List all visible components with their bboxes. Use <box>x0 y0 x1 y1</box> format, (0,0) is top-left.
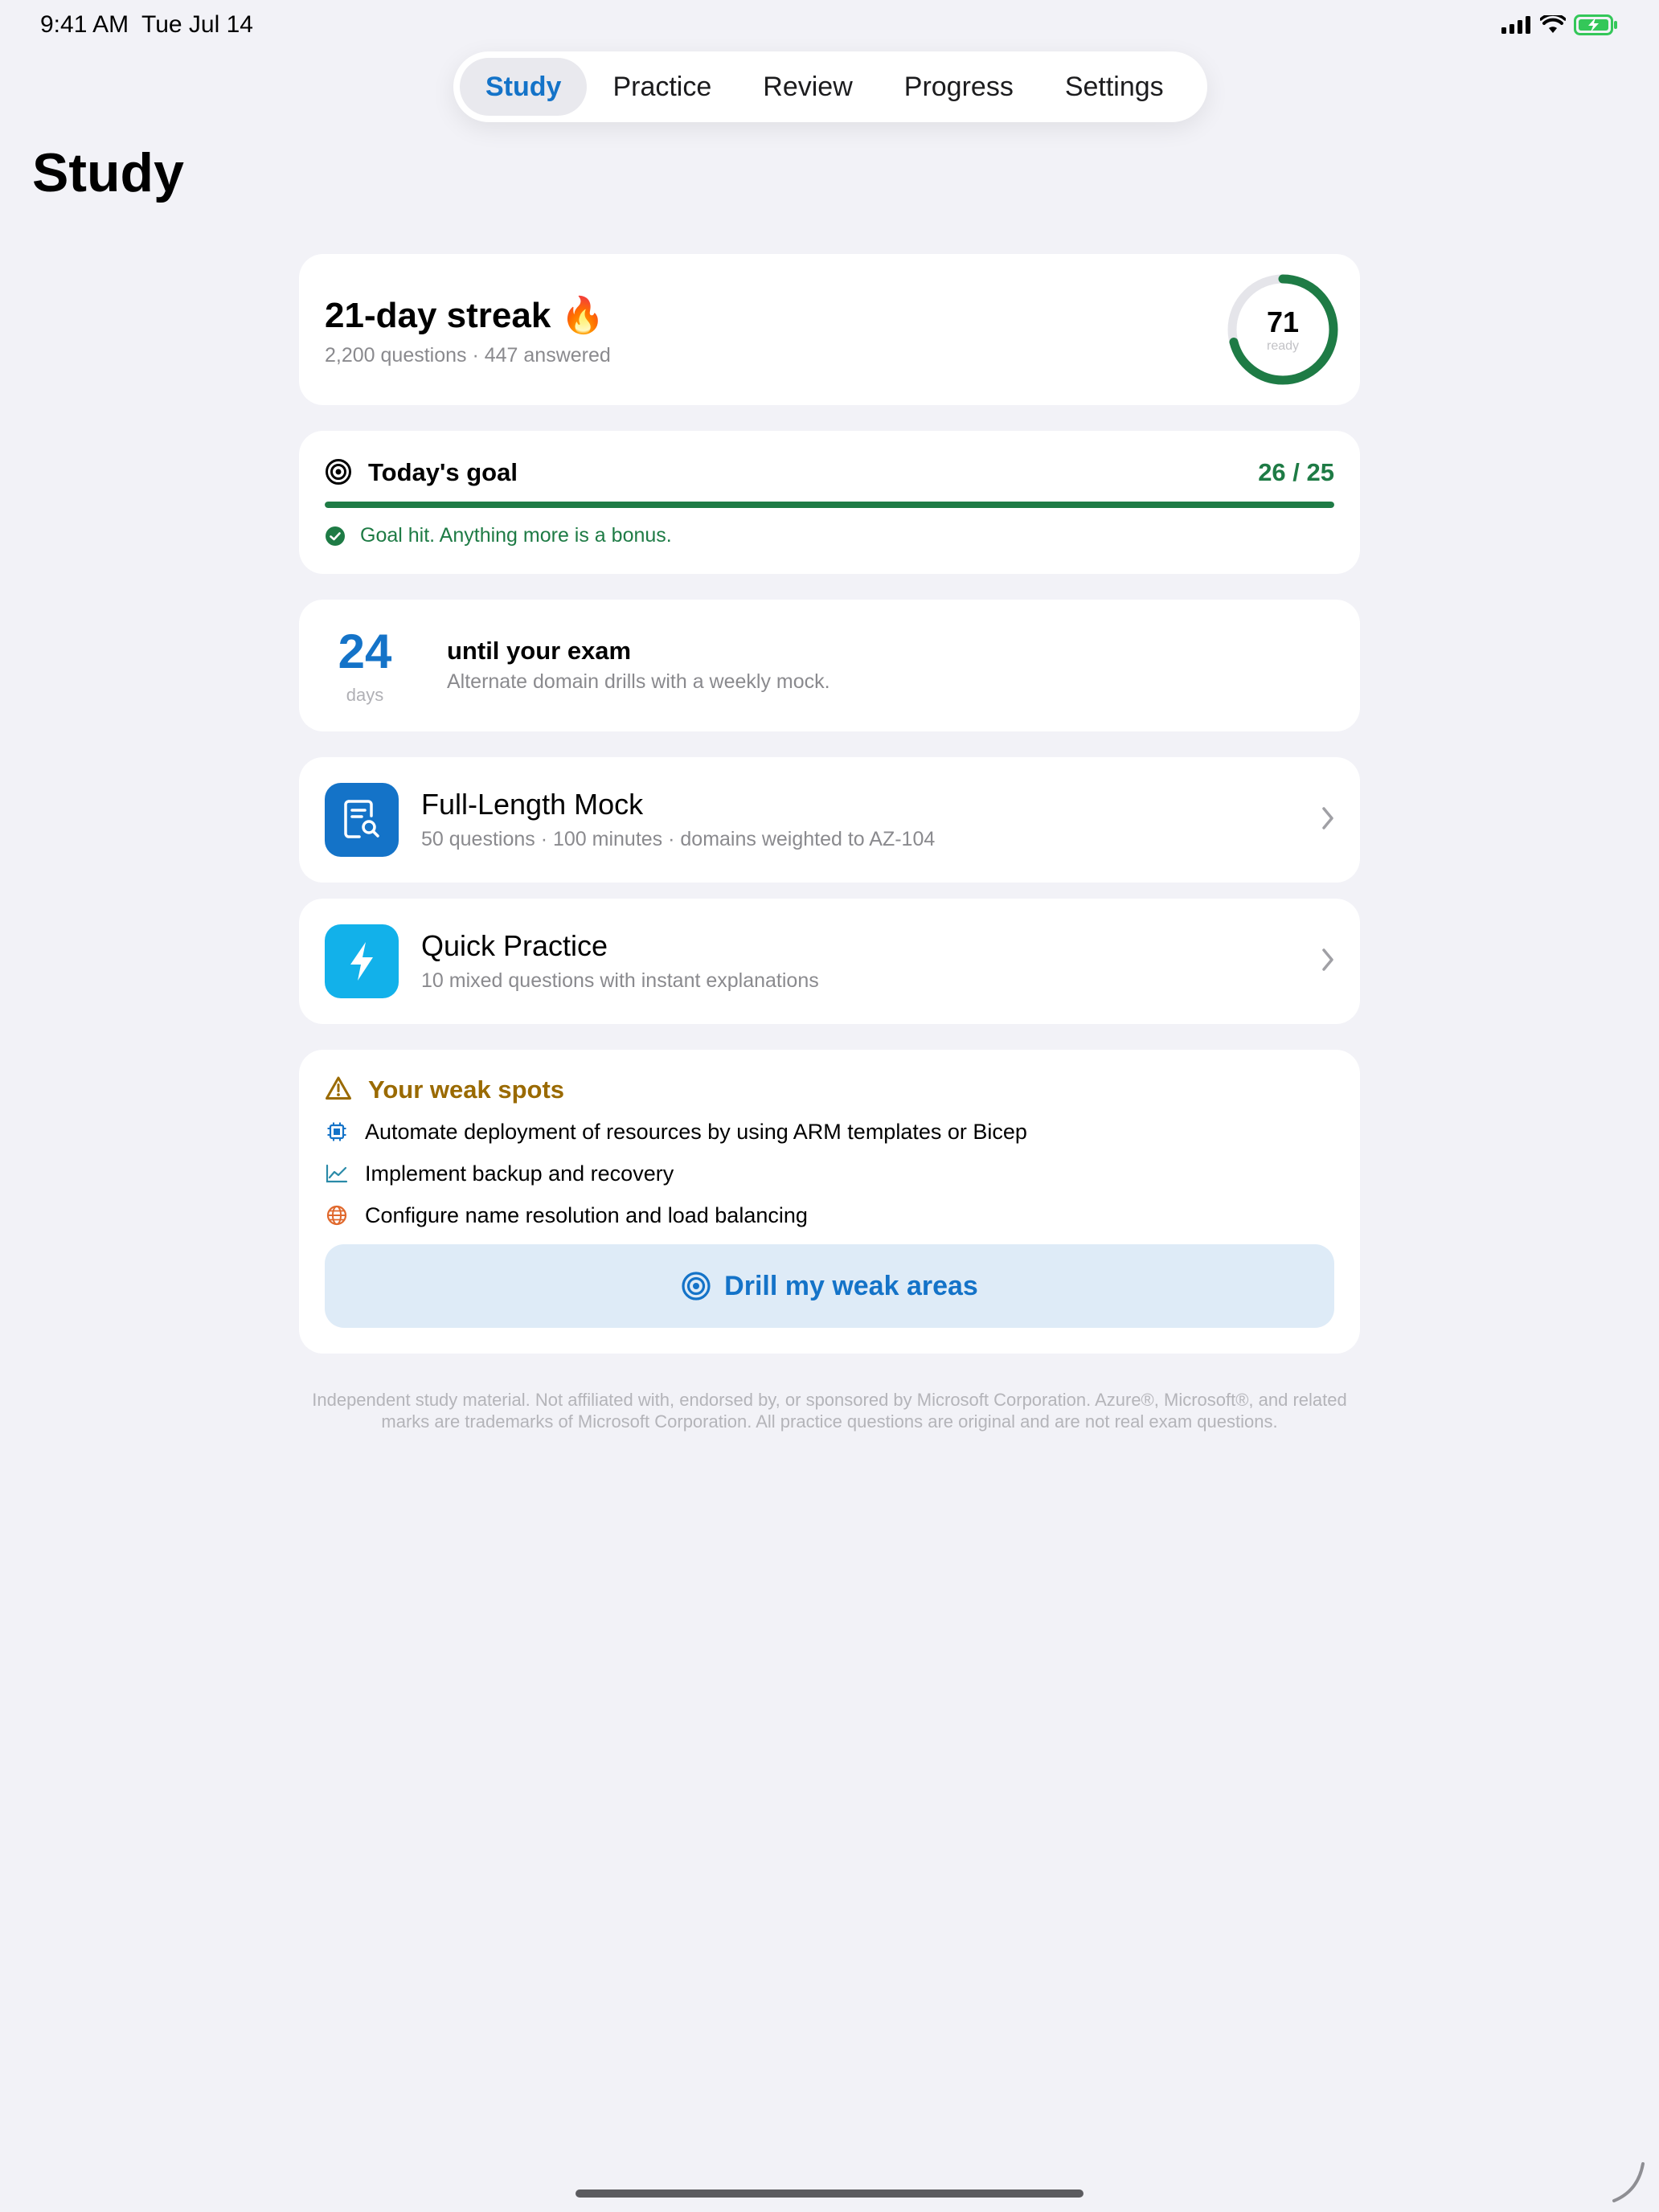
globe-icon <box>326 1205 347 1226</box>
tab-settings[interactable]: Settings <box>1039 58 1190 116</box>
home-indicator[interactable] <box>576 2189 1083 2198</box>
exam-title: until your exam <box>447 637 632 665</box>
pencil-hover-icon <box>1612 2162 1645 2202</box>
goal-title: Today's goal <box>368 458 518 486</box>
quick-practice-icon-tile <box>325 924 399 998</box>
tab-review[interactable]: Review <box>737 58 878 116</box>
weak-spot-item[interactable]: Automate deployment of resources by usin… <box>325 1116 1027 1148</box>
warning-triangle-icon <box>326 1076 351 1100</box>
weak-spot-item[interactable]: Implement backup and recovery <box>325 1157 674 1190</box>
status-date: Tue Jul 14 <box>141 11 253 38</box>
fire-emoji-icon: 🔥 <box>560 296 605 335</box>
weak-spot-label: Configure name resolution and load balan… <box>365 1202 808 1227</box>
chip-icon <box>327 1122 346 1141</box>
chevron-right-icon <box>1322 948 1333 971</box>
streak-title-text: 21-day streak <box>325 296 551 335</box>
cellular-signal-icon <box>1501 16 1530 34</box>
goal-progress-bar <box>325 502 1334 508</box>
goal-card: Today's goal 26 / 25 Goal hit. Anything … <box>299 431 1360 574</box>
readiness-ring: 71 ready <box>1227 273 1339 386</box>
goal-progress-fill <box>325 502 1334 508</box>
page-title: Study <box>32 142 184 203</box>
weak-spot-label: Automate deployment of resources by usin… <box>365 1119 1027 1144</box>
quick-practice-subtitle: 10 mixed questions with instant explanat… <box>421 969 819 992</box>
quick-practice-card[interactable]: Quick Practice 10 mixed questions with i… <box>299 899 1360 1024</box>
streak-title: 21-day streak 🔥 <box>325 294 604 336</box>
document-search-icon <box>344 800 379 838</box>
weak-spot-label: Implement backup and recovery <box>365 1161 674 1186</box>
full-length-mock-card[interactable]: Full-Length Mock 50 questions · 100 minu… <box>299 757 1360 883</box>
battery-charging-icon <box>1574 14 1617 35</box>
wifi-icon <box>1540 15 1566 33</box>
disclaimer-text: Independent study material. Not affiliat… <box>312 1390 1347 1432</box>
target-icon <box>682 1272 711 1301</box>
weak-spots-title: Your weak spots <box>368 1075 565 1104</box>
weak-spot-item[interactable]: Configure name resolution and load balan… <box>325 1199 808 1231</box>
top-tab-bar: Study Practice Review Progress Settings <box>453 51 1207 122</box>
mock-title: Full-Length Mock <box>421 788 644 821</box>
tab-practice[interactable]: Practice <box>587 58 737 116</box>
readiness-label: ready <box>1266 339 1300 353</box>
mock-subtitle: 50 questions · 100 minutes · domains wei… <box>421 828 936 850</box>
chevron-right-icon <box>1322 807 1333 830</box>
checkmark-circle-icon <box>326 526 345 546</box>
tab-progress[interactable]: Progress <box>879 58 1039 116</box>
target-icon <box>326 459 351 485</box>
chart-line-icon <box>326 1164 348 1183</box>
exam-days-label: days <box>346 685 384 705</box>
goal-message: Goal hit. Anything more is a bonus. <box>360 524 672 547</box>
status-icons <box>1501 14 1619 35</box>
mock-icon-tile <box>325 783 399 857</box>
drill-weak-areas-button[interactable]: Drill my weak areas <box>325 1244 1334 1328</box>
status-bar: 9:41 AM Tue Jul 14 <box>0 0 1659 51</box>
quick-practice-title: Quick Practice <box>421 929 608 962</box>
streak-subtitle: 2,200 questions · 447 answered <box>325 344 611 367</box>
goal-count: 26 / 25 <box>1258 458 1334 486</box>
drill-button-label: Drill my weak areas <box>724 1270 978 1301</box>
exam-countdown-card: 24 days until your exam Alternate domain… <box>299 600 1360 731</box>
exam-days-count: 24 <box>338 625 392 678</box>
exam-subtitle: Alternate domain drills with a weekly mo… <box>447 670 830 693</box>
readiness-value: 71 <box>1266 305 1300 338</box>
weak-spots-card: Your weak spots Automate deployment of r… <box>299 1050 1360 1354</box>
streak-card: 21-day streak 🔥 2,200 questions · 447 an… <box>299 254 1360 405</box>
tab-study[interactable]: Study <box>460 58 588 116</box>
lightning-bolt-icon <box>350 942 373 981</box>
status-time: 9:41 AM <box>40 11 129 38</box>
